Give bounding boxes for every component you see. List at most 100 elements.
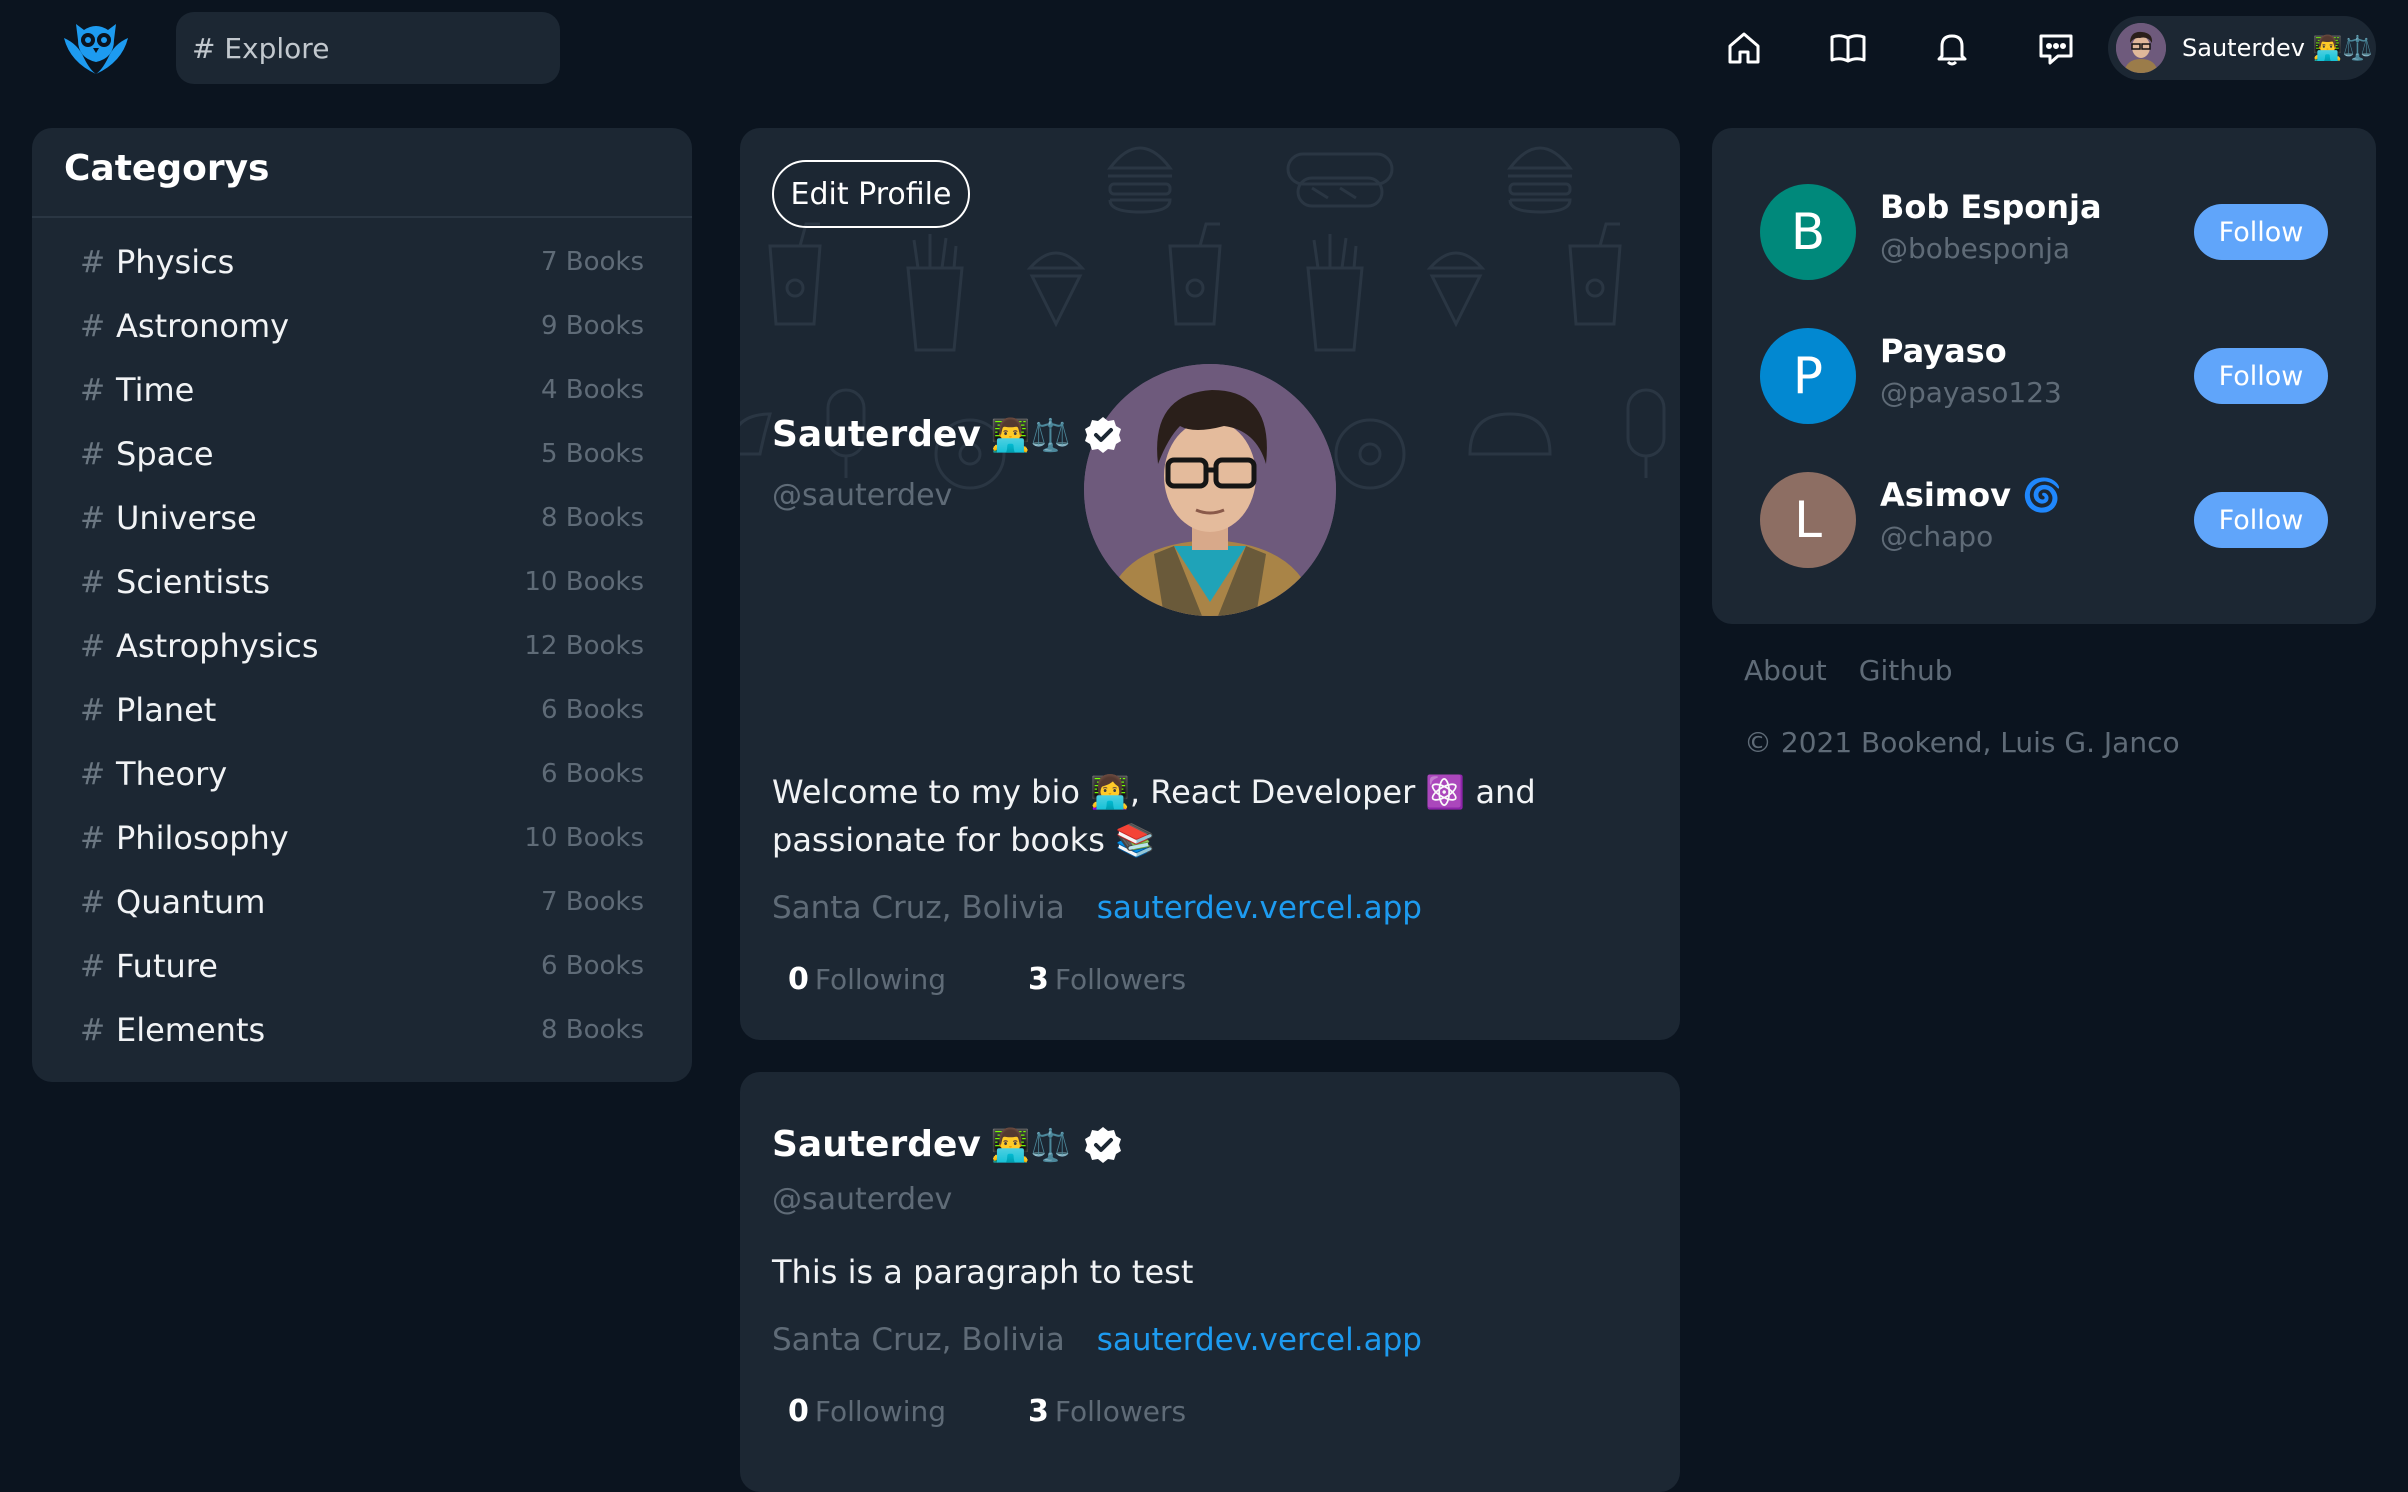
github-link[interactable]: Github — [1859, 654, 1953, 687]
who-to-follow-panel: B Bob Esponja @bobesponja Follow P Payas… — [1712, 128, 2376, 624]
category-item[interactable]: # Physics 7 Books — [32, 230, 692, 294]
category-item[interactable]: # Future 6 Books — [32, 934, 692, 998]
category-item[interactable]: # Astronomy 9 Books — [32, 294, 692, 358]
category-count: 6 Books — [540, 759, 644, 789]
hash-icon: # — [80, 372, 106, 408]
profile-stats: 0 Following 3 Followers — [788, 962, 1186, 997]
category-item[interactable]: # Quantum 7 Books — [32, 870, 692, 934]
profile-handle: @sauterdev — [772, 478, 953, 513]
categories-title: Categorys — [32, 128, 692, 218]
message-icon[interactable] — [2034, 26, 2078, 70]
book-open-icon[interactable] — [1826, 26, 1870, 70]
category-name: Time — [116, 371, 195, 409]
hash-icon: # — [80, 820, 106, 856]
followers-label: Followers — [1054, 963, 1187, 996]
profile-website-link[interactable]: sauterdev.vercel.app — [1097, 890, 1422, 926]
category-item[interactable]: # Astrophysics 12 Books — [32, 614, 692, 678]
following-count: 0 — [788, 962, 809, 997]
category-name: Scientists — [116, 563, 271, 601]
category-item[interactable]: # Scientists 10 Books — [32, 550, 692, 614]
hash-icon: # — [80, 436, 106, 472]
profile-meta: Santa Cruz, Bolivia sauterdev.vercel.app — [772, 890, 1422, 926]
followers-stat[interactable]: 3 Followers — [1028, 962, 1186, 997]
suggestion-item: L Asimov 🌀 @chapo Follow — [1760, 470, 2328, 570]
post-website-link[interactable]: sauterdev.vercel.app — [1097, 1322, 1422, 1358]
edit-profile-button[interactable]: Edit Profile — [772, 160, 970, 228]
profile-avatar[interactable] — [1084, 364, 1336, 616]
category-count: 10 Books — [524, 567, 644, 597]
category-count: 9 Books — [540, 311, 644, 341]
navbar: Sauterdev 👨‍💻⚖️ — [0, 0, 2408, 96]
explore-search[interactable] — [176, 12, 560, 84]
following-label: Following — [814, 1395, 947, 1428]
post-author-handle: @sauterdev — [772, 1182, 953, 1217]
avatar[interactable]: L — [1760, 472, 1856, 568]
avatar[interactable]: P — [1760, 328, 1856, 424]
category-name: Theory — [116, 755, 228, 793]
follow-button[interactable]: Follow — [2194, 204, 2328, 260]
suggestion-name[interactable]: Asimov 🌀 — [1880, 476, 2062, 514]
hash-icon: # — [80, 308, 106, 344]
category-count: 6 Books — [540, 695, 644, 725]
category-name: Universe — [116, 499, 257, 537]
following-label: Following — [814, 963, 947, 996]
suggestion-item: P Payaso @payaso123 Follow — [1760, 326, 2328, 426]
category-item[interactable]: # Planet 6 Books — [32, 678, 692, 742]
profile-name-emoji: 👨‍💻⚖️ — [990, 415, 1071, 454]
post-card: Sauterdev 👨‍💻⚖️ @sauterdev This is a par… — [740, 1072, 1680, 1492]
category-item[interactable]: # Space 5 Books — [32, 422, 692, 486]
about-link[interactable]: About — [1744, 654, 1827, 687]
avatar[interactable]: B — [1760, 184, 1856, 280]
following-stat[interactable]: 0 Following — [788, 1394, 946, 1429]
post-meta: Santa Cruz, Bolivia sauterdev.vercel.app — [772, 1322, 1422, 1358]
user-name: Sauterdev 👨‍💻⚖️ — [2182, 34, 2373, 62]
bell-icon[interactable] — [1930, 26, 1974, 70]
hash-icon: # — [80, 628, 106, 664]
category-item[interactable]: # Theory 6 Books — [32, 742, 692, 806]
owl-book-logo-icon[interactable] — [62, 18, 130, 76]
category-count: 10 Books — [524, 823, 644, 853]
home-icon[interactable] — [1722, 26, 1766, 70]
avatar — [2116, 23, 2166, 73]
category-count: 7 Books — [540, 247, 644, 277]
category-item[interactable]: # Philosophy 10 Books — [32, 806, 692, 870]
category-count: 4 Books — [540, 375, 644, 405]
categories-panel: Categorys # Physics 7 Books # Astronomy 9 Bo… — [32, 128, 692, 1082]
verified-badge-icon — [1084, 416, 1121, 453]
suggestion-handle: @bobesponja — [1880, 232, 2071, 265]
followers-label: Followers — [1054, 1395, 1187, 1428]
category-name: Astrophysics — [116, 627, 319, 665]
following-stat[interactable]: 0 Following — [788, 962, 946, 997]
category-item[interactable]: # Time 4 Books — [32, 358, 692, 422]
suggestion-item: B Bob Esponja @bobesponja Follow — [1760, 182, 2328, 282]
bio-line: passionate for books 📚 — [772, 821, 1155, 859]
followers-stat[interactable]: 3 Followers — [1028, 1394, 1186, 1429]
hash-icon: # — [80, 1012, 106, 1048]
follow-button[interactable]: Follow — [2194, 492, 2328, 548]
hash-icon: # — [80, 948, 106, 984]
profile-name-text: Sauterdev — [772, 414, 981, 455]
category-item[interactable]: # Universe 8 Books — [32, 486, 692, 550]
footer-links: About Github — [1744, 654, 1985, 687]
hash-icon: # — [80, 884, 106, 920]
post-author-emoji: 👨‍💻⚖️ — [990, 1125, 1071, 1164]
category-name: Elements — [116, 1011, 266, 1049]
suggestion-name[interactable]: Payaso — [1880, 332, 2007, 370]
post-location: Santa Cruz, Bolivia — [772, 1322, 1065, 1358]
post-author-name-text: Sauterdev — [772, 1124, 981, 1165]
search-input[interactable] — [192, 31, 560, 65]
followers-count: 3 — [1028, 962, 1049, 997]
category-name: Space — [116, 435, 214, 473]
post-stats: 0 Following 3 Followers — [788, 1394, 1186, 1429]
category-name: Quantum — [116, 883, 266, 921]
category-item[interactable]: # Elements 8 Books — [32, 998, 692, 1062]
suggestion-name[interactable]: Bob Esponja — [1880, 188, 2102, 226]
category-name: Astronomy — [116, 307, 290, 345]
following-count: 0 — [788, 1394, 809, 1429]
profile-location: Santa Cruz, Bolivia — [772, 890, 1065, 926]
hash-icon: # — [80, 244, 106, 280]
category-name: Planet — [116, 691, 217, 729]
user-menu[interactable]: Sauterdev 👨‍💻⚖️ — [2108, 16, 2376, 80]
category-name: Physics — [116, 243, 235, 281]
follow-button[interactable]: Follow — [2194, 348, 2328, 404]
